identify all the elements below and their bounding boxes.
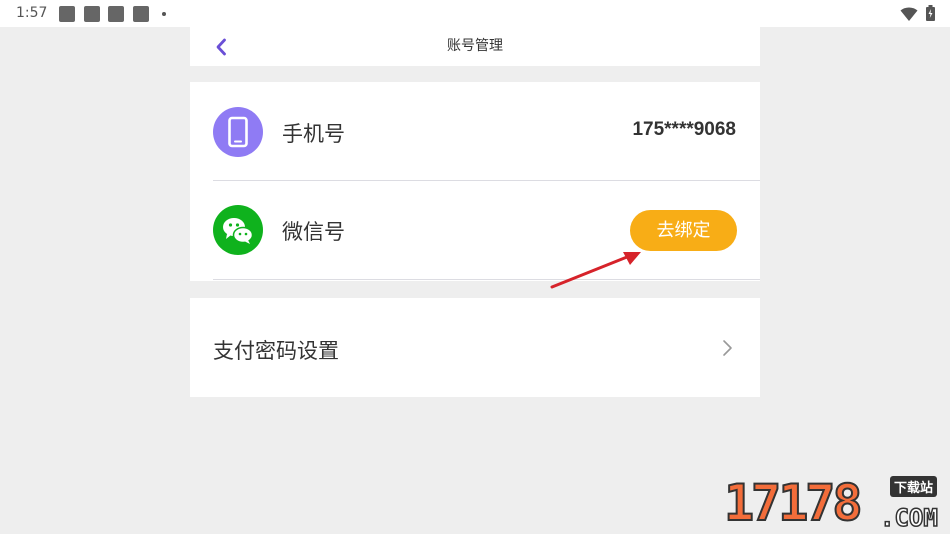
wechat-label: 微信号 — [282, 220, 345, 244]
notification-app-icon — [84, 6, 100, 22]
watermark-com: .COM — [879, 503, 938, 533]
status-bar: 1:57 — [0, 0, 950, 27]
phone-number-value: 175****9068 — [632, 119, 736, 140]
battery-icon — [926, 5, 935, 21]
bind-wechat-button[interactable]: 去绑定 — [630, 210, 737, 251]
site-watermark-logo: 17178 下载站 .COM — [723, 472, 950, 534]
back-button[interactable] — [210, 35, 234, 59]
chevron-right-icon — [723, 340, 732, 356]
app-screen: 账号管理 手机号 175****9068 微信号 去绑定 支付密码设置 — [190, 27, 760, 534]
wechat-icon — [213, 205, 263, 255]
watermark-tag: 下载站 — [890, 476, 938, 497]
status-time: 1:57 — [16, 5, 48, 21]
notification-app-icon — [133, 6, 149, 22]
pay-password-settings-row[interactable]: 支付密码设置 — [190, 298, 760, 397]
watermark-digits: 17178 — [723, 473, 863, 533]
notification-app-icon — [108, 6, 124, 22]
page-title: 账号管理 — [447, 38, 503, 54]
wechat-row: 微信号 去绑定 — [190, 181, 760, 280]
wifi-icon — [900, 7, 918, 21]
more-notifications-dot — [162, 12, 166, 16]
red-arrow-annotation — [550, 252, 641, 289]
phone-label: 手机号 — [282, 122, 345, 146]
notification-app-icon — [59, 6, 75, 22]
nav-bar: 账号管理 — [190, 27, 760, 66]
phone-number-row[interactable]: 手机号 175****9068 — [190, 82, 760, 181]
account-binding-card: 手机号 175****9068 微信号 去绑定 — [190, 82, 760, 281]
mobile-phone-icon — [213, 107, 263, 157]
divider — [213, 279, 760, 280]
pay-password-label: 支付密码设置 — [213, 339, 339, 363]
